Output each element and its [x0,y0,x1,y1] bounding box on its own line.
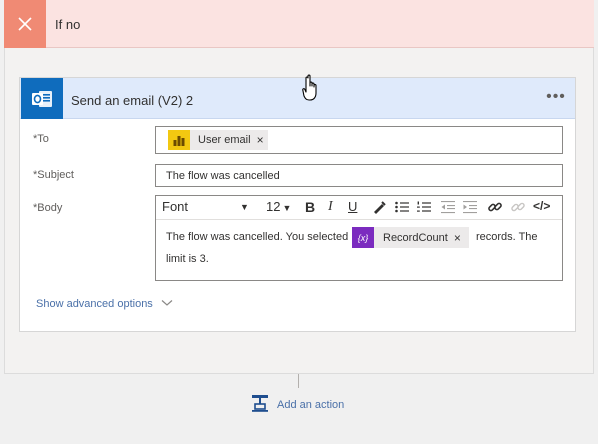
action-header[interactable]: Send an email (V2) 2 ••• [20,78,575,119]
underline-button[interactable]: U [348,199,357,217]
italic-button[interactable]: I [328,199,333,217]
numbered-list-icon[interactable] [416,199,432,217]
font-size-dropdown[interactable]: 12 ▼ [266,199,291,217]
to-field[interactable]: User email × [155,126,563,154]
user-email-token-label: User email [198,134,251,146]
add-action-button[interactable]: Add an action [250,393,344,416]
link-icon[interactable] [487,199,503,217]
user-email-token[interactable]: User email × [168,130,268,150]
remove-token-icon[interactable]: × [454,231,461,245]
increase-indent-icon[interactable] [462,199,478,217]
font-dropdown-chevron-icon[interactable]: ▼ [240,202,249,220]
remove-token-icon[interactable]: × [257,133,264,147]
bullet-list-icon[interactable] [394,199,410,217]
add-action-icon [250,393,270,416]
to-label-text: To [37,133,49,145]
chevron-down-icon [161,298,173,310]
body-field-label: *Body [33,202,62,214]
body-label-text: Body [37,202,63,214]
body-editor[interactable]: Font ▼ 12 ▼ B I U </> The flow was cance… [155,195,563,281]
condition-header[interactable]: If no [4,0,594,48]
font-size-chevron-icon: ▼ [282,203,292,213]
subject-value: The flow was cancelled [166,170,280,182]
more-options-icon[interactable]: ••• [544,88,568,108]
body-text-before: The flow was cancelled. You selected [166,231,349,243]
font-label: Font [162,199,189,214]
variable-icon: {x} [352,227,374,248]
body-text-line2: limit is 3. [166,253,209,265]
show-advanced-options-label: Show advanced options [36,298,153,310]
outlook-icon [21,78,63,119]
subject-field-label: *Subject [33,169,74,181]
unlink-icon[interactable] [510,199,526,217]
office365-users-icon [168,130,190,150]
record-count-token-label: RecordCount [383,231,448,244]
subject-label-text: Subject [37,169,74,181]
close-icon[interactable] [4,0,46,48]
flow-connector [298,374,299,388]
bold-button[interactable]: B [305,199,315,217]
hand-cursor-icon [302,74,322,107]
action-title: Send an email (V2) 2 [71,93,194,108]
show-advanced-options-link[interactable]: Show advanced options [36,298,173,310]
record-count-token[interactable]: {x} RecordCount × [352,227,469,248]
highlight-pen-icon[interactable] [371,199,387,217]
add-action-label: Add an action [277,398,345,411]
condition-title: If no [55,17,81,32]
rich-text-toolbar: Font ▼ 12 ▼ B I U </> [156,196,562,220]
body-text-after: records. The [476,231,538,243]
code-view-button[interactable]: </> [533,199,550,217]
font-size-label: 12 [266,199,281,214]
send-email-action-card: Send an email (V2) 2 ••• *To User email … [19,77,576,332]
font-dropdown[interactable]: Font [162,199,242,217]
decrease-indent-icon[interactable] [440,199,456,217]
subject-input[interactable]: The flow was cancelled [155,164,563,187]
to-field-label: *To [33,133,49,145]
